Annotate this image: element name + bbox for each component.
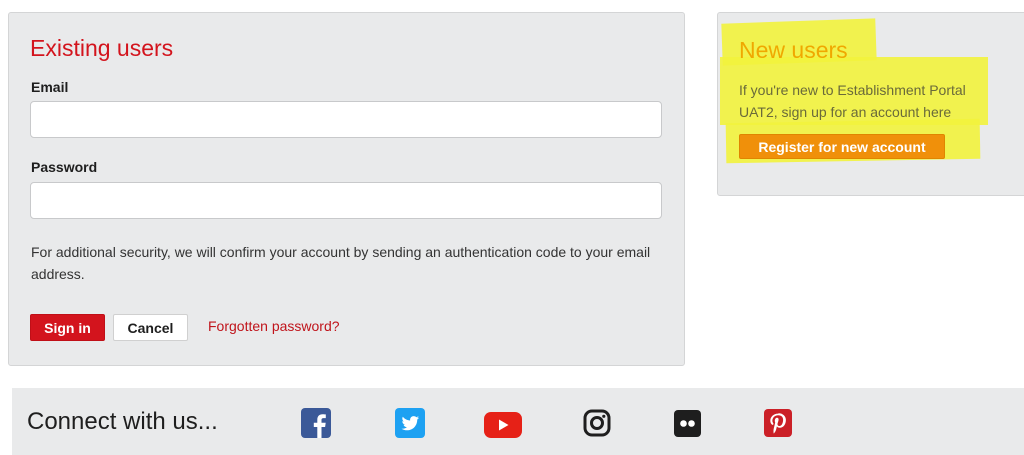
cancel-button[interactable]: Cancel: [113, 314, 188, 341]
pinterest-icon[interactable]: [763, 408, 793, 438]
password-label: Password: [31, 159, 98, 175]
sign-in-button[interactable]: Sign in: [30, 314, 105, 341]
new-users-heading: New users: [739, 37, 848, 63]
register-button[interactable]: Register for new account: [739, 134, 945, 159]
youtube-icon[interactable]: [483, 411, 523, 439]
facebook-icon[interactable]: [301, 408, 331, 438]
security-note: For additional security, we will confirm…: [31, 244, 651, 282]
password-field[interactable]: [30, 182, 662, 219]
flickr-icon[interactable]: [673, 408, 703, 438]
twitter-icon[interactable]: [395, 408, 425, 438]
existing-users-panel: Existing users Email Password For additi…: [8, 12, 685, 366]
social-footer: Connect with us...: [12, 388, 1024, 455]
email-label: Email: [31, 79, 69, 95]
email-field[interactable]: [30, 101, 662, 138]
existing-users-heading: Existing users: [30, 35, 174, 61]
new-users-panel: New users If you're new to Establishment…: [717, 12, 1024, 196]
forgotten-password-link[interactable]: Forgotten password?: [208, 318, 340, 334]
footer-title: Connect with us...: [27, 408, 218, 435]
instagram-icon[interactable]: [582, 408, 612, 438]
new-users-description: If you're new to Establishment Portal UA…: [739, 82, 966, 120]
